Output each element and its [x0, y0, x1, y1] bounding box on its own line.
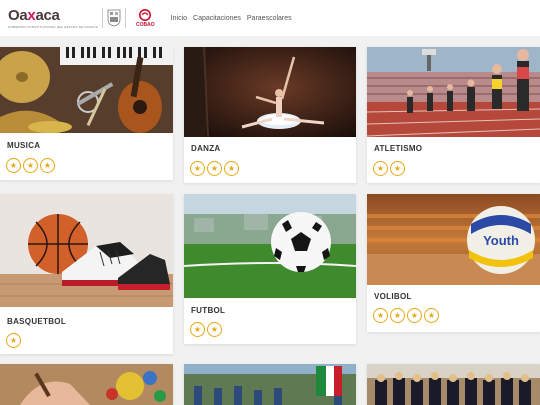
ballet-dancer-image [184, 47, 356, 137]
star-icon: ★ [190, 322, 205, 337]
card-musica[interactable]: MUSICA ★ ★ ★ [0, 47, 173, 180]
star-icon: ★ [373, 308, 388, 323]
nav-capacitaciones[interactable]: Capacitaciones [193, 15, 241, 22]
brand-word-a: Oa [8, 6, 28, 24]
card-title: VOLIBOL [374, 292, 412, 301]
nav-paraescolares[interactable]: Paraescolares [247, 15, 292, 22]
card-title: FUTBOL [191, 306, 226, 315]
star-rating: ★ ★ [190, 322, 222, 337]
state-shield-icon [107, 9, 121, 27]
sprinters-track-image [367, 47, 540, 137]
band-uniforms-image [367, 364, 540, 405]
card-futbol[interactable]: FUTBOL ★ ★ [184, 194, 356, 344]
card-title: DANZA [191, 144, 221, 153]
star-icon: ★ [390, 161, 405, 176]
music-instruments-image [0, 47, 173, 133]
cobao-logo[interactable]: COBAO [136, 8, 155, 28]
top-navbar: Oaxaca GOBIERNO CONSTITUCIONAL DEL ESTAD… [0, 0, 540, 36]
star-icon: ★ [23, 158, 38, 173]
star-rating: ★ [6, 333, 21, 348]
card-basquetbol[interactable]: BASQUETBOL ★ [0, 194, 173, 354]
painting-hands-image [0, 364, 173, 405]
brand-logos[interactable]: Oaxaca GOBIERNO CONSTITUCIONAL DEL ESTAD… [8, 0, 155, 36]
brand-divider-2 [125, 8, 127, 28]
star-rating: ★ ★ ★ [190, 161, 239, 176]
card-atletismo[interactable]: ATLETISMO ★ ★ [367, 47, 540, 183]
card-danza[interactable]: DANZA ★ ★ ★ [184, 47, 356, 183]
star-icon: ★ [390, 308, 405, 323]
star-rating: ★ ★ ★ ★ [373, 308, 439, 323]
star-icon: ★ [6, 333, 21, 348]
basketball-sneakers-image [0, 194, 173, 307]
card-pintura[interactable] [0, 364, 173, 405]
star-icon: ★ [207, 322, 222, 337]
main-nav: Inicio Capacitaciones Paraescolares [171, 15, 292, 22]
card-desfile[interactable] [184, 364, 356, 405]
star-icon: ★ [207, 161, 222, 176]
star-icon: ★ [190, 161, 205, 176]
brand-subtitle: GOBIERNO CONSTITUCIONAL DEL ESTADO DE OA… [8, 24, 99, 29]
soccer-ball-field-image [184, 194, 356, 298]
nav-inicio[interactable]: Inicio [171, 15, 187, 22]
star-icon: ★ [424, 308, 439, 323]
star-icon: ★ [407, 308, 422, 323]
card-volibol[interactable]: Youth VOLIBOL ★ ★ ★ ★ [367, 194, 540, 332]
card-banda[interactable] [367, 364, 540, 405]
star-rating: ★ ★ [373, 161, 405, 176]
brand-word-b: aca [35, 6, 60, 24]
parade-flag-image [184, 364, 356, 405]
star-icon: ★ [40, 158, 55, 173]
star-icon: ★ [6, 158, 21, 173]
volleyball-youth-text: Youth [483, 233, 519, 248]
card-title: ATLETISMO [374, 144, 423, 153]
cobao-label: COBAO [136, 21, 155, 28]
card-title: MUSICA [7, 141, 41, 150]
cobao-emblem-icon [139, 8, 152, 21]
volleyball-court-image: Youth [367, 194, 540, 285]
star-rating: ★ ★ ★ [6, 158, 55, 173]
brand-divider [102, 8, 104, 28]
card-title: BASQUETBOL [7, 317, 66, 326]
star-icon: ★ [224, 161, 239, 176]
oaxaca-logo[interactable]: Oaxaca GOBIERNO CONSTITUCIONAL DEL ESTAD… [8, 8, 98, 29]
star-icon: ★ [373, 161, 388, 176]
